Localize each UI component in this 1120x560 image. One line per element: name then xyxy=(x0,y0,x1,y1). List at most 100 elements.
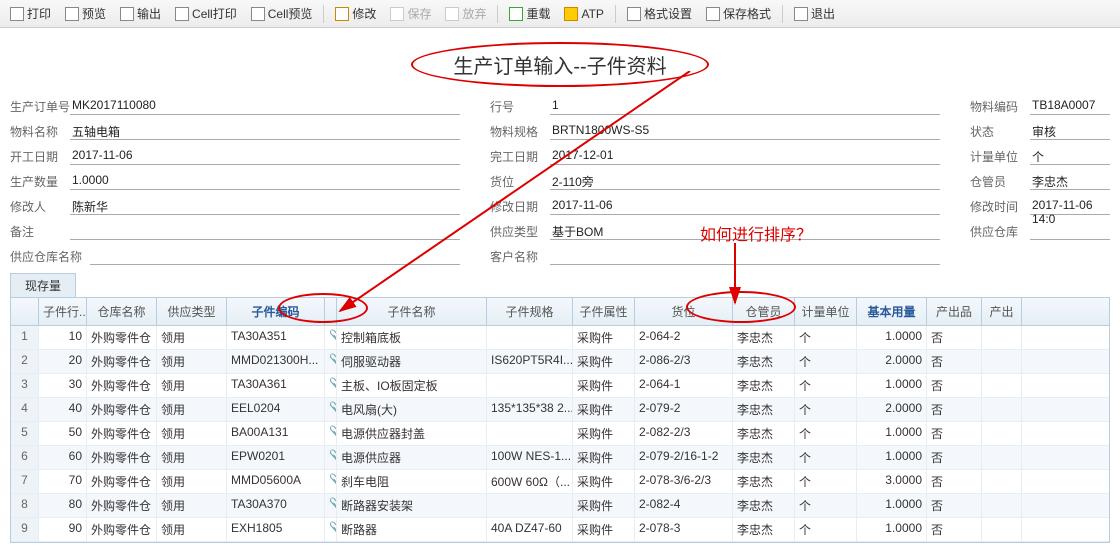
cellprint-button[interactable]: Cell打印 xyxy=(169,3,243,24)
col-header-1[interactable]: 子件行... xyxy=(39,298,87,325)
cell xyxy=(982,374,1022,397)
separator xyxy=(782,5,783,23)
supplywhname-label: 供应仓库名称 xyxy=(10,248,90,265)
modify-button[interactable]: 修改 xyxy=(329,3,382,24)
cell: 10 xyxy=(39,326,87,349)
matcode-value[interactable]: TB18A0007 xyxy=(1030,97,1110,115)
table-row[interactable]: 770外购零件仓领用MMD05600A📎刹车电阻600W 60Ω（...采购件2… xyxy=(11,470,1109,494)
table-row[interactable]: 440外购零件仓领用EEL0204📎电风扇(大)135*135*38 2...采… xyxy=(11,398,1109,422)
col-header-0[interactable] xyxy=(11,298,39,325)
keeper-label: 仓管员 xyxy=(970,173,1030,190)
uom-value[interactable]: 个 xyxy=(1030,147,1110,165)
cell: 否 xyxy=(927,398,982,421)
reload-label: 重载 xyxy=(526,5,550,22)
atp-button[interactable]: ATP xyxy=(558,5,609,23)
attachment-icon[interactable]: 📎 xyxy=(325,422,337,445)
preview-button[interactable]: 预览 xyxy=(59,3,112,24)
cell: 断路器安装架 xyxy=(337,494,487,517)
exit-button[interactable]: 退出 xyxy=(788,3,841,24)
orderno-label: 生产订单号 xyxy=(10,98,70,115)
exit-icon xyxy=(794,7,808,21)
cell: 外购零件仓 xyxy=(87,422,157,445)
col-header-13[interactable]: 产出品 xyxy=(927,298,982,325)
cell: 采购件 xyxy=(573,326,635,349)
format-button[interactable]: 格式设置 xyxy=(621,3,698,24)
cell: 外购零件仓 xyxy=(87,518,157,541)
cell: 40 xyxy=(39,398,87,421)
attachment-icon[interactable]: 📎 xyxy=(325,374,337,397)
save-button[interactable]: 保存 xyxy=(384,3,437,24)
cell: 6 xyxy=(11,446,39,469)
cell xyxy=(982,494,1022,517)
cell: 采购件 xyxy=(573,470,635,493)
grid-body: 110外购零件仓领用TA30A351📎控制箱底板采购件2-064-2李忠杰个1.… xyxy=(11,326,1109,542)
cell: 主板、IO板固定板 xyxy=(337,374,487,397)
print-button[interactable]: 打印 xyxy=(4,3,57,24)
cell: 个 xyxy=(795,374,857,397)
table-row[interactable]: 220外购零件仓领用MMD021300H...📎伺服驱动器IS620PT5R4I… xyxy=(11,350,1109,374)
cell: 9 xyxy=(11,518,39,541)
supplywh-value[interactable] xyxy=(1030,222,1110,240)
cellpreview-button[interactable]: Cell预览 xyxy=(245,3,319,24)
saveformat-button[interactable]: 保存格式 xyxy=(700,3,777,24)
cell: 90 xyxy=(39,518,87,541)
modifytime-value[interactable]: 2017-11-06 14:0 xyxy=(1030,197,1110,215)
attachment-icon[interactable]: 📎 xyxy=(325,518,337,541)
reload-button[interactable]: 重载 xyxy=(503,3,556,24)
attachment-icon[interactable]: 📎 xyxy=(325,470,337,493)
cell: 李忠杰 xyxy=(733,446,795,469)
cell: 领用 xyxy=(157,374,227,397)
col-header-12[interactable]: 基本用量 xyxy=(857,298,927,325)
attachment-icon[interactable]: 📎 xyxy=(325,350,337,373)
cell: 伺服驱动器 xyxy=(337,350,487,373)
col-header-11[interactable]: 计量单位 xyxy=(795,298,857,325)
cell: 40A DZ47-60 xyxy=(487,518,573,541)
cell: 刹车电阻 xyxy=(337,470,487,493)
cell: 外购零件仓 xyxy=(87,470,157,493)
cell xyxy=(982,350,1022,373)
print-icon xyxy=(10,7,24,21)
cell: 4 xyxy=(11,398,39,421)
export-button[interactable]: 输出 xyxy=(114,3,167,24)
col-loc-highlight xyxy=(686,291,796,323)
attachment-icon[interactable]: 📎 xyxy=(325,326,337,349)
pencil-icon xyxy=(335,7,349,21)
cell: 李忠杰 xyxy=(733,374,795,397)
cell: IS620PT5R4I... xyxy=(487,350,573,373)
cell: 2-078-3/6-2/3 xyxy=(635,470,733,493)
cell xyxy=(487,326,573,349)
table-row[interactable]: 990外购零件仓领用EXH1805📎断路器40A DZ47-60采购件2-078… xyxy=(11,518,1109,542)
cell: 外购零件仓 xyxy=(87,326,157,349)
attachment-icon[interactable]: 📎 xyxy=(325,494,337,517)
table-row[interactable]: 880外购零件仓领用TA30A370📎断路器安装架采购件2-082-4李忠杰个1… xyxy=(11,494,1109,518)
modify-label: 修改 xyxy=(352,5,376,22)
cell: EEL0204 xyxy=(227,398,325,421)
col-header-3[interactable]: 供应类型 xyxy=(157,298,227,325)
cell xyxy=(487,374,573,397)
cell: 李忠杰 xyxy=(733,422,795,445)
annotation-text: 如何进行排序？ xyxy=(700,221,812,245)
cell xyxy=(982,470,1022,493)
cell: 1 xyxy=(11,326,39,349)
attachment-icon[interactable]: 📎 xyxy=(325,446,337,469)
cell: 采购件 xyxy=(573,374,635,397)
keeper-value[interactable]: 李忠杰 xyxy=(1030,172,1110,190)
table-row[interactable]: 550外购零件仓领用BA00A131📎电源供应器封盖采购件2-082-2/3李忠… xyxy=(11,422,1109,446)
cell xyxy=(982,446,1022,469)
cell: 否 xyxy=(927,446,982,469)
tab-stock[interactable]: 现存量 xyxy=(10,273,76,297)
attachment-icon[interactable]: 📎 xyxy=(325,398,337,421)
table-row[interactable]: 110外购零件仓领用TA30A351📎控制箱底板采购件2-064-2李忠杰个1.… xyxy=(11,326,1109,350)
cell: 60 xyxy=(39,446,87,469)
release-button[interactable]: 放弃 xyxy=(439,3,492,24)
table-row[interactable]: 330外购零件仓领用TA30A361📎主板、IO板固定板采购件2-064-1李忠… xyxy=(11,374,1109,398)
cell: 电风扇(大) xyxy=(337,398,487,421)
data-grid: 子件行...仓库名称供应类型子件编码子件名称子件规格子件属性货位仓管员计量单位基… xyxy=(10,297,1110,543)
cell: 1.0000 xyxy=(857,518,927,541)
cell xyxy=(487,422,573,445)
table-row[interactable]: 660外购零件仓领用EPW0201📎电源供应器100W NES-1...采购件2… xyxy=(11,446,1109,470)
status-value[interactable]: 审核 xyxy=(1030,122,1110,140)
col-header-2[interactable]: 仓库名称 xyxy=(87,298,157,325)
col-header-14[interactable]: 产出 xyxy=(982,298,1022,325)
cell: 领用 xyxy=(157,494,227,517)
